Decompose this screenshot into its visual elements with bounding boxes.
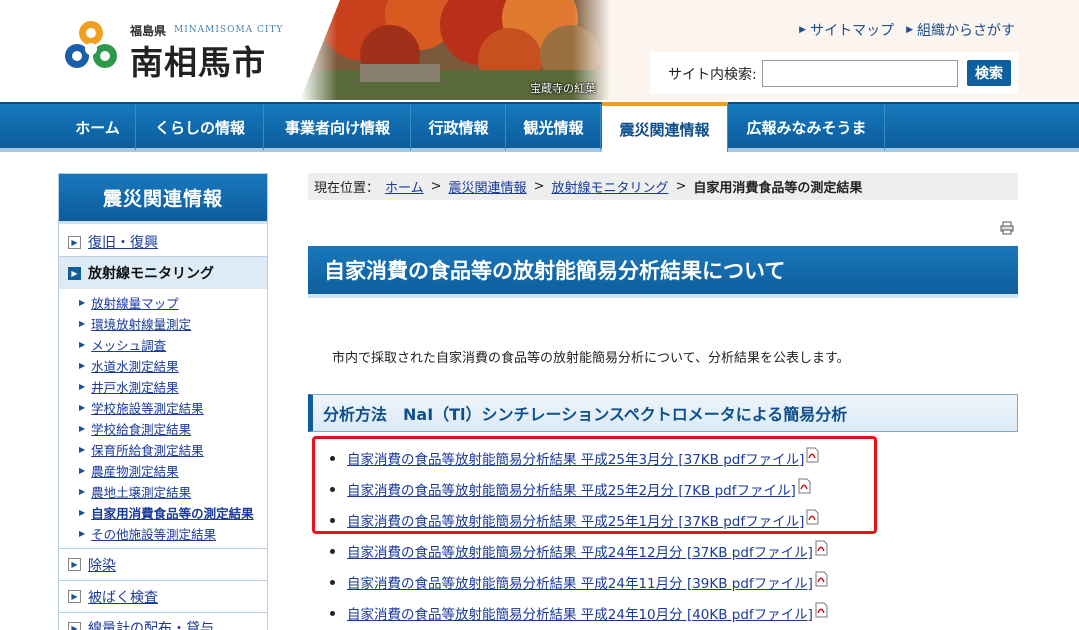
triangle-right-icon: ▶ [79,319,86,328]
sidebar-subitem[interactable]: ▶ その他施設等測定結果 [59,523,267,544]
sidebar-item-exposure[interactable]: ▶ 被ばく検査 [59,581,267,612]
header-links: ▶ サイトマップ ▶ 組織からさがす [799,20,1015,40]
breadcrumb-disaster[interactable]: 震災関連情報 [449,177,527,196]
sidebar-item-label[interactable]: 被ばく検査 [88,587,158,607]
sidebar-item-label[interactable]: 線量計の配布・貸与 [88,618,214,630]
sidebar-divider [59,612,267,613]
sidebar-subitem[interactable]: ▶ 井戸水測定結果 [59,376,267,397]
arrow-box-icon: ▶ [68,235,81,249]
sidebar-subitem[interactable]: ▶ 学校給食測定結果 [59,418,267,439]
sidebar-subitem[interactable]: ▶ メッシュ調査 [59,334,267,355]
bullet-icon [330,548,335,554]
sidebar-subitem[interactable]: ▶ 放射線量マップ [59,292,267,313]
breadcrumb-separator: > [675,179,687,194]
triangle-right-icon: ▶ [79,529,86,538]
breadcrumb-current: 自家用消費食品等の測定結果 [693,181,863,196]
nav-publicity[interactable]: 広報みなみそうま [729,104,885,150]
triangle-right-icon: ▶ [799,25,807,35]
breadcrumb-home[interactable]: ホーム [385,177,424,196]
triangle-right-icon: ▶ [79,445,86,454]
logo-english: MINAMISOMA CITY [174,25,284,35]
arrow-box-icon: ▶ [68,590,81,603]
list-item: 自家消費の食品等放射能簡易分析結果 平成24年12月分 [37KB pdfファイ… [330,539,890,563]
sidebar-subitem-current[interactable]: ▶ 自家用消費食品等の測定結果 [59,502,267,523]
sidebar-item-decontamination[interactable]: ▶ 除染 [59,549,267,580]
breadcrumb-separator: > [533,179,545,194]
triangle-right-icon: ▶ [79,298,86,307]
nav-disaster[interactable]: 震災関連情報 [602,102,728,152]
sidebar-subitem[interactable]: ▶ 学校施設等測定結果 [59,397,267,418]
sidebar-item-dosimeter[interactable]: ▶ 線量計の配布・貸与 [59,618,267,630]
list-item: 自家消費の食品等放射能簡易分析結果 平成24年11月分 [39KB pdfファイ… [330,570,890,594]
search-button[interactable]: 検索 [967,60,1011,86]
print-icon[interactable] [1000,221,1014,235]
pdf-link[interactable]: 自家消費の食品等放射能簡易分析結果 平成24年10月分 [40KB pdfファイ… [347,603,813,623]
triangle-right-icon: ▶ [79,361,86,370]
nav-government[interactable]: 行政情報 [412,104,506,150]
photo-caption: 宝蔵寺の紅葉 [530,82,596,95]
triangle-right-icon: ▶ [79,466,86,475]
triangle-right-icon: ▶ [79,403,86,412]
list-item: 自家消費の食品等放射能簡易分析結果 平成24年10月分 [40KB pdfファイ… [330,601,890,625]
global-nav: ホーム くらしの情報 事業者向け情報 行政情報 観光情報 震災関連情報 広報みな… [0,102,1079,152]
pdf-icon [815,540,828,556]
sidebar-item-label[interactable]: 除染 [88,555,116,575]
sidebar-subitem[interactable]: ▶ 保育所給食測定結果 [59,439,267,460]
sidebar-subitem[interactable]: ▶ 農産物測定結果 [59,460,267,481]
highlight-box [312,436,877,534]
sidebar-item-label[interactable]: 復旧・復興 [88,232,158,252]
pdf-link[interactable]: 自家消費の食品等放射能簡易分析結果 平成24年11月分 [39KB pdfファイ… [347,572,813,592]
triangle-right-icon: ▶ [79,424,86,433]
sidebar-item-label[interactable]: 放射線モニタリング [88,263,214,283]
arrow-box-icon: ▶ [68,621,81,630]
nav-business[interactable]: 事業者向け情報 [265,104,411,150]
breadcrumb-monitoring[interactable]: 放射線モニタリング [551,177,668,196]
organization-link[interactable]: ▶ 組織からさがす [906,20,1015,40]
bullet-icon [330,610,335,616]
nav-home[interactable]: ホーム [60,104,136,150]
logo-city-name: 南相馬市 [130,43,266,82]
city-emblem-icon [65,21,117,68]
pdf-icon [815,571,828,587]
arrow-box-icon: ▶ [68,266,81,280]
sitemap-link[interactable]: ▶ サイトマップ [799,20,894,40]
breadcrumb: 現在位置： ホーム > 震災関連情報 > 放射線モニタリング > 自家用消費食品… [308,173,1018,200]
pdf-link[interactable]: 自家消費の食品等放射能簡易分析結果 平成24年12月分 [37KB pdfファイ… [347,541,813,561]
pdf-icon [815,602,828,618]
page-title: 自家消費の食品等の放射能簡易分析結果について [308,246,1018,298]
triangle-right-icon: ▶ [79,508,86,517]
sidebar-subitem[interactable]: ▶ 水道水測定結果 [59,355,267,376]
sidebar: 震災関連情報 ▶ 復旧・復興 ▶ 放射線モニタリング ▶ 放射線量マップ ▶ 環境放… [58,173,268,630]
intro-text: 市内で採取された自家消費の食品等の放射能簡易分析について、分析結果を公表します。 [332,351,850,366]
search-input[interactable] [762,60,958,87]
nav-living[interactable]: くらしの情報 [137,104,264,150]
sidebar-item-recovery[interactable]: ▶ 復旧・復興 [59,228,267,256]
triangle-right-icon: ▶ [79,382,86,391]
breadcrumb-lead: 現在位置： [314,181,380,196]
search-label: サイト内検索: [668,67,757,83]
triangle-right-icon: ▶ [79,487,86,496]
triangle-right-icon: ▶ [906,25,913,35]
site-header: 福島県 MINAMISOMA CITY 南相馬市 宝蔵寺の紅葉 ▶ サイトマップ … [0,0,1079,102]
section-title: 分析方法 NaI（Tl）シンチレーションスペクトロメータによる簡易分析 [308,394,1018,432]
bullet-icon [330,579,335,585]
sidebar-title: 震災関連情報 [59,174,267,224]
sidebar-item-monitoring[interactable]: ▶ 放射線モニタリング [59,257,267,289]
nav-tourism[interactable]: 観光情報 [507,104,601,150]
arrow-box-icon: ▶ [68,558,81,571]
site-logo[interactable]: 福島県 MINAMISOMA CITY 南相馬市 [62,16,292,82]
sidebar-subitem[interactable]: ▶ 農地土壌測定結果 [59,481,267,502]
sidebar-subitem[interactable]: ▶ 環境放射線量測定 [59,313,267,334]
triangle-right-icon: ▶ [79,340,86,349]
breadcrumb-separator: > [430,179,442,194]
